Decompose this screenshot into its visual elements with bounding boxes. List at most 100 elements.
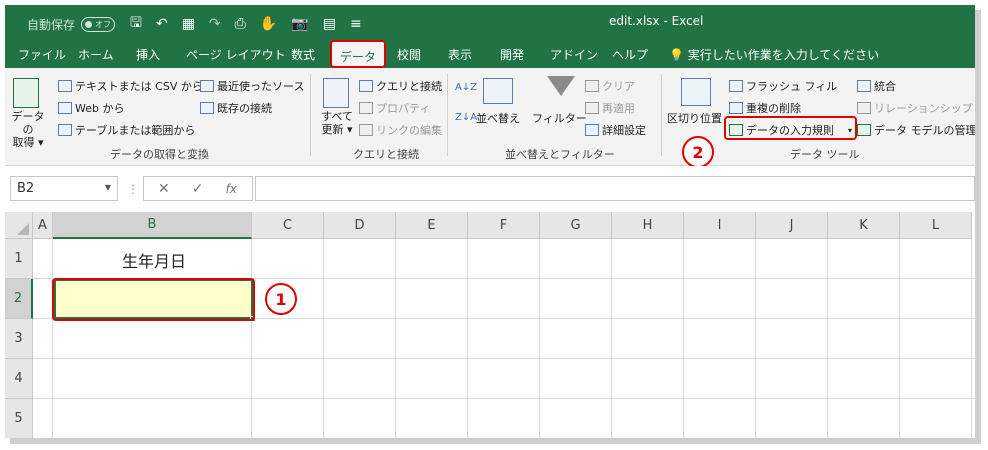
cancel-icon[interactable]: ✕ (158, 181, 170, 197)
column-header-b[interactable]: B (53, 212, 252, 239)
tab-data[interactable]: データ (330, 40, 387, 68)
tell-me-search[interactable]: 💡 実行したい作業を入力してください (669, 46, 879, 63)
undo-icon[interactable]: ↶ (156, 16, 168, 32)
fx-icon[interactable]: fx (225, 182, 236, 196)
consolidate-button[interactable]: 統合 (857, 78, 896, 94)
row-header-4[interactable]: 4 (5, 359, 33, 399)
border-icon[interactable]: ▦ (182, 16, 195, 32)
get-data-button[interactable]: データの 取得 ▾ (8, 110, 48, 149)
filter-icon (547, 76, 575, 96)
flash-fill-label: フラッシュ フィル (746, 80, 838, 93)
name-box-value: B2 (17, 181, 35, 196)
data-validation-highlight (724, 116, 857, 140)
column-header-e[interactable]: E (396, 212, 468, 239)
touch-mode-icon[interactable]: ✋ (260, 16, 277, 32)
from-web-button[interactable]: Web から (58, 100, 124, 116)
row-header-5[interactable]: 5 (5, 399, 33, 438)
data-model-label: データ モデルの管理 (874, 124, 977, 137)
properties-button[interactable]: プロパティ (359, 100, 430, 116)
name-box[interactable]: B2 ▼ (10, 176, 118, 201)
refresh-icon (323, 78, 349, 108)
row-gridline (33, 358, 975, 359)
row-gridline (33, 398, 975, 399)
data-model-icon (857, 124, 871, 136)
tab-formulas[interactable]: 数式 (291, 46, 315, 63)
enter-icon[interactable]: ✓ (192, 181, 204, 197)
form-icon[interactable]: ▤ (323, 16, 336, 32)
save-icon[interactable]: 🖫 (130, 12, 142, 36)
column-header-c[interactable]: C (252, 212, 324, 239)
tab-addins[interactable]: アドイン (550, 46, 598, 63)
sort-az-icon[interactable]: A↓Z (455, 82, 477, 93)
cell-b2-highlight (52, 278, 255, 321)
reapply-button[interactable]: 再適用 (585, 100, 635, 116)
formula-bar-grip: ⋮ (127, 182, 139, 196)
clear-button[interactable]: クリア (585, 78, 635, 94)
column-header-l[interactable]: L (900, 212, 972, 239)
column-gridline (539, 239, 540, 438)
filter-button[interactable]: フィルター (532, 110, 587, 126)
flash-fill-button[interactable]: フラッシュ フィル (729, 78, 837, 94)
links-icon (359, 124, 373, 136)
row-header-3[interactable]: 3 (5, 319, 33, 359)
tab-help[interactable]: ヘルプ (612, 46, 648, 63)
from-table-label: テーブルまたは範囲から (75, 124, 196, 137)
queries-connections-label: クエリと接続 (376, 80, 442, 93)
worksheet-grid[interactable]: ABCDEFGHIJKL 12345 生年月日 1 (5, 212, 975, 438)
from-text-csv-button[interactable]: テキストまたは CSV から (58, 78, 203, 94)
tab-insert[interactable]: 挿入 (136, 46, 160, 63)
row-header-1[interactable]: 1 (5, 239, 33, 279)
column-gridline (827, 239, 828, 438)
recent-sources-label: 最近使ったソース (217, 80, 305, 93)
column-header-g[interactable]: G (540, 212, 612, 239)
from-table-button[interactable]: テーブルまたは範囲から (58, 122, 195, 138)
column-header-f[interactable]: F (468, 212, 540, 239)
column-header-d[interactable]: D (324, 212, 396, 239)
select-all-corner[interactable] (5, 212, 33, 239)
tab-review[interactable]: 校閲 (397, 46, 421, 63)
tab-file[interactable]: ファイル (18, 46, 66, 63)
ribbon-tabs: ファイル ホーム 挿入 ページ レイアウト 数式 データ 校閲 表示 開発 アド… (5, 38, 975, 68)
relationships-button[interactable]: リレーションシップ (857, 100, 973, 116)
queries-connections-button[interactable]: クエリと接続 (359, 78, 442, 94)
advanced-filter-button[interactable]: 詳細設定 (585, 122, 646, 138)
data-model-button[interactable]: データ モデルの管理 (857, 122, 977, 138)
autosave-toggle[interactable]: オフ (81, 16, 116, 32)
camera-icon[interactable]: 📷 (291, 16, 308, 32)
chevron-down-icon[interactable]: ▼ (105, 183, 111, 192)
group-label-data-tools: データ ツール (790, 148, 860, 161)
sort-button[interactable]: 並べ替え (476, 110, 520, 126)
sort-za-icon[interactable]: Z↓A (455, 112, 477, 123)
print-preview-icon[interactable]: ⎙ (235, 16, 246, 32)
column-gridline (755, 239, 756, 438)
window-shadow (975, 10, 981, 443)
group-label-get-transform: データの取得と変換 (110, 148, 209, 161)
remove-duplicates-button[interactable]: 重複の削除 (729, 100, 801, 116)
column-header-h[interactable]: H (612, 212, 684, 239)
customize-qat-icon[interactable]: ≡ (350, 16, 362, 32)
tab-developer[interactable]: 開発 (500, 46, 524, 63)
window-shadow (10, 438, 981, 444)
sort-dialog-icon (483, 78, 513, 104)
redo-icon[interactable]: ↷ (209, 16, 221, 32)
cell-b1[interactable]: 生年月日 (55, 248, 253, 272)
recent-sources-button[interactable]: 最近使ったソース (200, 78, 304, 94)
column-header-j[interactable]: J (756, 212, 828, 239)
column-header-k[interactable]: K (828, 212, 900, 239)
properties-icon (359, 102, 373, 114)
step-badge-2: 2 (682, 136, 714, 168)
existing-connections-button[interactable]: 既存の接続 (200, 100, 272, 116)
formula-input[interactable] (255, 176, 975, 201)
tab-home[interactable]: ホーム (78, 46, 114, 63)
column-gridline (52, 239, 53, 438)
properties-label: プロパティ (376, 102, 431, 115)
row-header-2[interactable]: 2 (5, 279, 33, 319)
formula-bar: B2 ▼ ⋮ ✕ ✓ fx (5, 166, 975, 212)
text-to-columns-button[interactable]: 区切り位置 (667, 110, 722, 126)
column-header-a[interactable]: A (33, 212, 53, 239)
tab-page-layout[interactable]: ページ レイアウト (186, 46, 286, 63)
tab-view[interactable]: 表示 (448, 46, 472, 63)
edit-links-button[interactable]: リンクの編集 (359, 122, 442, 138)
column-header-i[interactable]: I (684, 212, 756, 239)
refresh-all-button[interactable]: すべて 更新 ▾ (315, 110, 359, 136)
